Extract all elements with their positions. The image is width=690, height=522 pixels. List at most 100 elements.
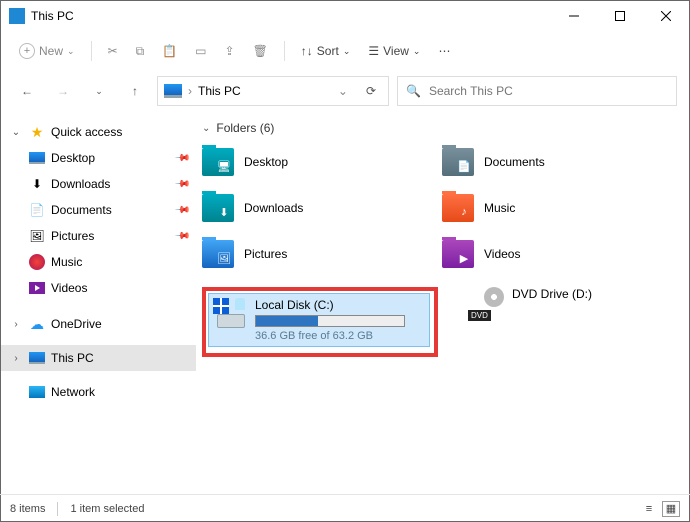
address-bar[interactable]: › This PC ⌄ ⟳ bbox=[157, 76, 389, 106]
navigation-sidebar: ⌄ ★ Quick access Desktop 📌 ⬇ Downloads 📌… bbox=[1, 111, 196, 491]
plus-icon: + bbox=[19, 43, 35, 59]
folder-pictures[interactable]: 🖼 Pictures bbox=[202, 235, 422, 273]
view-label: View bbox=[383, 44, 409, 58]
share-button[interactable]: ⇪ bbox=[219, 37, 241, 65]
documents-icon: 📄 bbox=[29, 202, 45, 218]
forward-button[interactable]: → bbox=[49, 77, 77, 105]
breadcrumb[interactable]: This PC bbox=[198, 84, 326, 98]
sidebar-quick-access[interactable]: ⌄ ★ Quick access bbox=[1, 119, 196, 145]
sort-icon: ↑↓ bbox=[301, 44, 313, 58]
new-label: New bbox=[39, 44, 63, 58]
search-input[interactable] bbox=[429, 84, 668, 98]
sidebar-onedrive[interactable]: › ☁ OneDrive bbox=[1, 311, 196, 337]
sidebar-item-documents[interactable]: 📄 Documents 📌 bbox=[1, 197, 196, 223]
paste-icon: 📋 bbox=[162, 44, 177, 58]
star-icon: ★ bbox=[29, 124, 45, 140]
pin-icon: 📌 bbox=[173, 202, 190, 219]
dvd-badge: DVD bbox=[468, 310, 491, 321]
delete-button[interactable]: 🗑 bbox=[247, 37, 274, 65]
sort-button[interactable]: ↑↓ Sort ⌄ bbox=[295, 37, 357, 65]
sidebar-item-desktop[interactable]: Desktop 📌 bbox=[1, 145, 196, 171]
share-icon: ⇪ bbox=[225, 44, 235, 58]
view-button[interactable]: ☰ View ⌄ bbox=[362, 37, 426, 65]
sidebar-item-pictures[interactable]: 🖼 Pictures 📌 bbox=[1, 223, 196, 249]
toolbar-divider bbox=[284, 41, 285, 61]
desktop-icon bbox=[29, 150, 45, 166]
downloads-folder-icon: ⬇ bbox=[202, 194, 234, 222]
dvd-drive-icon: DVD bbox=[468, 287, 504, 321]
chevron-down-icon[interactable]: ⌄ bbox=[9, 127, 23, 138]
annotation-highlight: Local Disk (C:) 36.6 GB free of 63.2 GB bbox=[202, 287, 438, 357]
sidebar-item-label: OneDrive bbox=[51, 317, 102, 331]
folder-music[interactable]: ♪ Music bbox=[442, 189, 642, 227]
sidebar-network[interactable]: Network bbox=[1, 379, 196, 405]
up-button[interactable]: ↑ bbox=[121, 77, 149, 105]
folders-header-label: Folders (6) bbox=[216, 121, 274, 135]
folder-label: Music bbox=[484, 201, 515, 215]
folder-downloads[interactable]: ⬇ Downloads bbox=[202, 189, 422, 227]
sidebar-this-pc[interactable]: › This PC bbox=[1, 345, 196, 371]
chevron-down-icon: ⌄ bbox=[202, 123, 210, 134]
minimize-button[interactable] bbox=[551, 1, 597, 31]
cloud-icon: ☁ bbox=[29, 316, 45, 332]
chevron-down-icon: ⌄ bbox=[413, 46, 421, 57]
more-button[interactable]: ⋯ bbox=[432, 37, 456, 65]
rename-button[interactable]: ▭ bbox=[189, 37, 212, 65]
chevron-down-icon: ⌄ bbox=[67, 46, 75, 57]
refresh-button[interactable]: ⟳ bbox=[360, 84, 382, 98]
folder-label: Videos bbox=[484, 247, 520, 261]
status-item-count: 8 items bbox=[10, 503, 45, 515]
drive-dvd-d[interactable]: DVD DVD Drive (D:) bbox=[468, 287, 592, 321]
chevron-right-icon: › bbox=[188, 84, 192, 98]
window-title: This PC bbox=[31, 9, 74, 23]
status-selection: 1 item selected bbox=[70, 503, 144, 515]
folder-label: Desktop bbox=[244, 155, 288, 169]
sidebar-item-label: Quick access bbox=[51, 125, 122, 139]
music-folder-icon: ♪ bbox=[442, 194, 474, 222]
documents-folder-icon: 📄 bbox=[442, 148, 474, 176]
status-bar: 8 items 1 item selected ≡ ▦ bbox=[0, 494, 690, 522]
address-dropdown[interactable]: ⌄ bbox=[332, 84, 354, 98]
new-button[interactable]: + New ⌄ bbox=[13, 37, 81, 65]
this-pc-icon bbox=[29, 350, 45, 366]
music-icon bbox=[29, 254, 45, 270]
sidebar-item-music[interactable]: Music bbox=[1, 249, 196, 275]
sidebar-item-videos[interactable]: Videos bbox=[1, 275, 196, 301]
more-icon: ⋯ bbox=[438, 44, 450, 58]
sidebar-item-label: Network bbox=[51, 385, 95, 399]
toolbar-divider bbox=[91, 41, 92, 61]
sidebar-item-label: Downloads bbox=[51, 177, 110, 191]
drive-name: DVD Drive (D:) bbox=[512, 287, 592, 301]
folder-label: Pictures bbox=[244, 247, 287, 261]
tiles-view-toggle[interactable]: ▦ bbox=[662, 501, 680, 517]
folder-documents[interactable]: 📄 Documents bbox=[442, 143, 642, 181]
search-box[interactable]: 🔍 bbox=[397, 76, 677, 106]
chevron-right-icon[interactable]: › bbox=[9, 319, 23, 330]
drive-local-disk-c[interactable]: Local Disk (C:) 36.6 GB free of 63.2 GB bbox=[208, 293, 430, 347]
sidebar-item-downloads[interactable]: ⬇ Downloads 📌 bbox=[1, 171, 196, 197]
sort-label: Sort bbox=[317, 44, 339, 58]
app-icon bbox=[9, 8, 25, 24]
copy-icon: ⧉ bbox=[136, 44, 145, 59]
folder-desktop[interactable]: 🖥 Desktop bbox=[202, 143, 422, 181]
copy-button[interactable]: ⧉ bbox=[130, 37, 151, 65]
download-icon: ⬇ bbox=[29, 176, 45, 192]
folders-group-header[interactable]: ⌄ Folders (6) bbox=[202, 121, 689, 135]
this-pc-icon bbox=[164, 84, 182, 98]
recent-button[interactable]: ⌄ bbox=[85, 77, 113, 105]
folder-videos[interactable]: ▶ Videos bbox=[442, 235, 642, 273]
status-divider bbox=[57, 502, 58, 516]
pin-icon: 📌 bbox=[173, 150, 190, 167]
drive-capacity-bar bbox=[255, 315, 405, 327]
paste-button[interactable]: 📋 bbox=[156, 37, 183, 65]
rename-icon: ▭ bbox=[195, 44, 206, 58]
trash-icon: 🗑 bbox=[253, 44, 268, 58]
sidebar-item-label: Videos bbox=[51, 281, 87, 295]
maximize-button[interactable] bbox=[597, 1, 643, 31]
back-button[interactable]: ← bbox=[13, 77, 41, 105]
chevron-right-icon[interactable]: › bbox=[9, 353, 23, 364]
sidebar-item-label: This PC bbox=[51, 351, 94, 365]
cut-button[interactable]: ✂ bbox=[102, 37, 124, 65]
close-button[interactable] bbox=[643, 1, 689, 31]
details-view-toggle[interactable]: ≡ bbox=[640, 501, 658, 517]
